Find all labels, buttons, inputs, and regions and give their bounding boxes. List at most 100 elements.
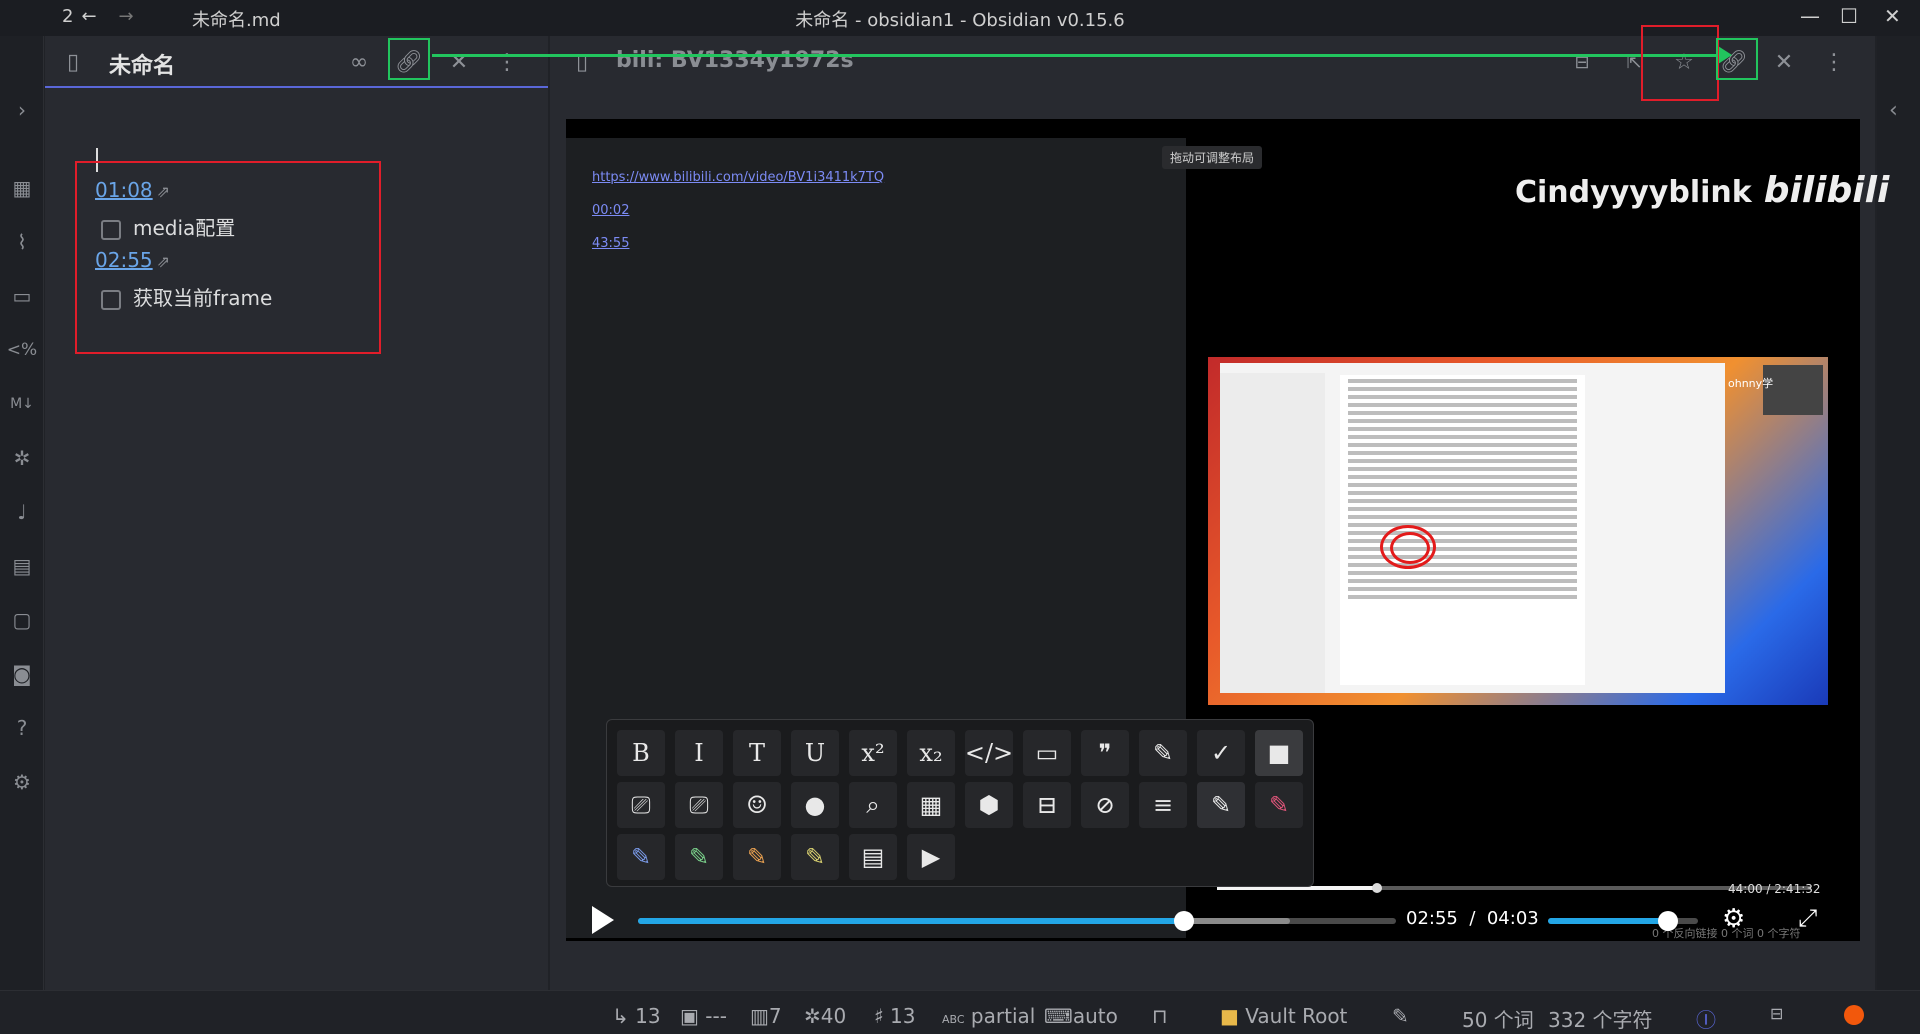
screenshot-button[interactable]: ⎚ bbox=[617, 782, 665, 828]
pen-green-button[interactable]: ✎ bbox=[675, 834, 723, 880]
more-icon[interactable]: ⋮ bbox=[491, 46, 523, 78]
search-button[interactable]: ⌕ bbox=[849, 782, 897, 828]
stats-status[interactable]: ▥7 bbox=[750, 1004, 782, 1028]
timestamp-link[interactable]: 43:55 bbox=[592, 236, 629, 251]
block-button[interactable]: ■ bbox=[1255, 730, 1303, 776]
progress-bar[interactable] bbox=[638, 911, 1396, 931]
title-bar: 2 ← → 未命名.md 未命名 - obsidian1 - Obsidian … bbox=[0, 0, 1920, 36]
sidebar-layout-icon[interactable]: ⊟ bbox=[1566, 46, 1598, 78]
char-count: 332 个字符 bbox=[1548, 1008, 1653, 1032]
keyboard-value: auto bbox=[1072, 1004, 1118, 1028]
battery-icon: ⊟ bbox=[1770, 1004, 1784, 1023]
bold-button[interactable]: B bbox=[617, 730, 665, 776]
minimize-button[interactable]: — bbox=[1800, 4, 1820, 28]
right-tab-title[interactable]: bili: BV1334y1972s bbox=[616, 48, 854, 73]
settings-icon[interactable]: ⚙ bbox=[8, 768, 36, 796]
outline-status[interactable]: ▣ --- bbox=[680, 1004, 727, 1028]
superscript-button[interactable]: x² bbox=[849, 730, 897, 776]
folder-icon: ■ bbox=[1220, 1004, 1239, 1028]
screenshot-alt-button[interactable]: ⎚ bbox=[675, 782, 723, 828]
sync-icon[interactable]: Ⓘ bbox=[1696, 1004, 1716, 1033]
expand-sidebar-icon[interactable]: › bbox=[8, 96, 36, 124]
window-title: 未命名 - obsidian1 - Obsidian v0.15.6 bbox=[795, 10, 1125, 31]
tags-status[interactable]: ♯ 13 bbox=[874, 1004, 916, 1028]
record-indicator[interactable] bbox=[1844, 1005, 1864, 1025]
unlink-button[interactable]: ⊘ bbox=[1081, 782, 1129, 828]
pen-white-button[interactable]: ✎ bbox=[1197, 782, 1245, 828]
volume-knob[interactable] bbox=[1658, 911, 1678, 931]
subscript-button[interactable]: x₂ bbox=[907, 730, 955, 776]
highlighter-button[interactable]: ✎ bbox=[1139, 730, 1187, 776]
video-url-link[interactable]: https://www.bilibili.com/video/BV1i3411k… bbox=[592, 170, 884, 185]
more-icon[interactable]: ⋮ bbox=[1818, 46, 1850, 78]
backlinks-status[interactable]: ↳ 13 bbox=[612, 1004, 661, 1028]
table-icon[interactable]: ▤ bbox=[8, 552, 36, 580]
cube-button[interactable]: ⬢ bbox=[965, 782, 1013, 828]
calendar-icon[interactable]: ▦ bbox=[8, 174, 36, 202]
glasses-icon[interactable]: ∞ bbox=[343, 46, 375, 78]
pen-blue-button[interactable]: ✎ bbox=[617, 834, 665, 880]
quote-button[interactable]: ❞ bbox=[1081, 730, 1129, 776]
frame-button[interactable]: ▭ bbox=[1023, 730, 1071, 776]
fullscreen-icon[interactable]: ⤢ bbox=[1798, 904, 1817, 932]
left-tab-title[interactable]: 未命名 bbox=[109, 48, 175, 80]
spellcheck-value: partial bbox=[970, 1004, 1036, 1028]
underline-button[interactable]: U bbox=[791, 730, 839, 776]
vault-status[interactable]: ■ Vault Root bbox=[1220, 1004, 1347, 1028]
progress-knob[interactable] bbox=[1173, 911, 1194, 931]
file-icon: ▯ bbox=[66, 49, 80, 75]
spellcheck-status[interactable]: ABC partial bbox=[942, 1004, 1035, 1028]
webcam-label: ohnny学 bbox=[1728, 377, 1774, 390]
monitor-icon[interactable]: ▭ bbox=[8, 282, 36, 310]
word-count: 50 个词 bbox=[1462, 1008, 1534, 1032]
grid-button[interactable]: ▦ bbox=[907, 782, 955, 828]
total-time: 04:03 bbox=[1486, 908, 1539, 929]
microphone-icon[interactable]: ♩ bbox=[8, 498, 36, 526]
lock-icon[interactable]: ⊓ bbox=[1152, 1004, 1168, 1028]
current-time: 02:55 bbox=[1406, 908, 1458, 929]
pen-yellow-button[interactable]: ✎ bbox=[791, 834, 839, 880]
paperclip-icon[interactable]: ⌇ bbox=[8, 228, 36, 256]
graph-icon[interactable]: ✲ bbox=[8, 444, 36, 472]
help-icon[interactable]: ? bbox=[8, 714, 36, 742]
tv-icon[interactable]: ▢ bbox=[8, 606, 36, 634]
stack-button[interactable]: ⊟ bbox=[1023, 782, 1071, 828]
time-display: 02:55 / 04:03 bbox=[1406, 908, 1539, 929]
channel-watermark: Cindyyyyblink bilibili bbox=[1515, 170, 1889, 211]
close-window-button[interactable]: ✕ bbox=[1884, 4, 1901, 28]
outline-value: --- bbox=[705, 1004, 727, 1028]
player-controls: 02:55 / 04:03 ⚙ ⤢ bbox=[566, 898, 1860, 942]
check-button[interactable]: ✓ bbox=[1197, 730, 1245, 776]
gear-icon[interactable]: ⚙ bbox=[1722, 904, 1745, 934]
volume-slider[interactable] bbox=[1548, 911, 1698, 931]
vault-icon[interactable]: ◙ bbox=[8, 660, 36, 688]
collapse-sidebar-icon[interactable]: ‹ bbox=[1889, 98, 1898, 123]
red-highlight-box bbox=[1641, 25, 1719, 101]
graph-status[interactable]: ✲40 bbox=[804, 1004, 846, 1028]
keyboard-status[interactable]: ⌨auto bbox=[1044, 1004, 1118, 1028]
close-icon[interactable]: ✕ bbox=[1768, 46, 1800, 78]
play-circle-button[interactable]: ▶ bbox=[907, 834, 955, 880]
play-icon[interactable] bbox=[592, 906, 614, 934]
slides-button[interactable]: ▤ bbox=[849, 834, 897, 880]
strikethrough-button[interactable]: T bbox=[733, 730, 781, 776]
maximize-button[interactable]: ☐ bbox=[1840, 4, 1858, 28]
timestamp-link[interactable]: 00:02 bbox=[592, 203, 629, 218]
code-button[interactable]: </> bbox=[965, 730, 1013, 776]
vault-name: Vault Root bbox=[1245, 1004, 1348, 1028]
circle-button[interactable]: ● bbox=[791, 782, 839, 828]
annotation-arrow bbox=[432, 54, 1728, 57]
italic-button[interactable]: I bbox=[675, 730, 723, 776]
pen-pink-button[interactable]: ✎ bbox=[1255, 782, 1303, 828]
template-icon[interactable]: <% bbox=[7, 336, 37, 364]
pencil-icon[interactable]: ✎ bbox=[1392, 1004, 1409, 1028]
time-separator: / bbox=[1469, 908, 1476, 929]
markdown-icon[interactable]: M↓ bbox=[8, 390, 36, 418]
backlinks-icon: ↳ bbox=[612, 1004, 629, 1028]
pen-orange-button[interactable]: ✎ bbox=[733, 834, 781, 880]
robot-button[interactable]: ☺ bbox=[733, 782, 781, 828]
link-highlight-box bbox=[1716, 38, 1758, 80]
close-icon[interactable]: ✕ bbox=[443, 46, 475, 78]
numbered-list-button[interactable]: ≡ bbox=[1139, 782, 1187, 828]
editing-toolbar: B I T Ux² x₂ </> ▭ ❞ ✎ ✓ ■ ⎚ ⎚ ☺ ● ⌕ ▦ ⬢ ⊟ ⊘ ≡ ✎ ✎ ✎ ✎ ✎ ✎ ▤ ▶ bbox=[606, 719, 1314, 887]
